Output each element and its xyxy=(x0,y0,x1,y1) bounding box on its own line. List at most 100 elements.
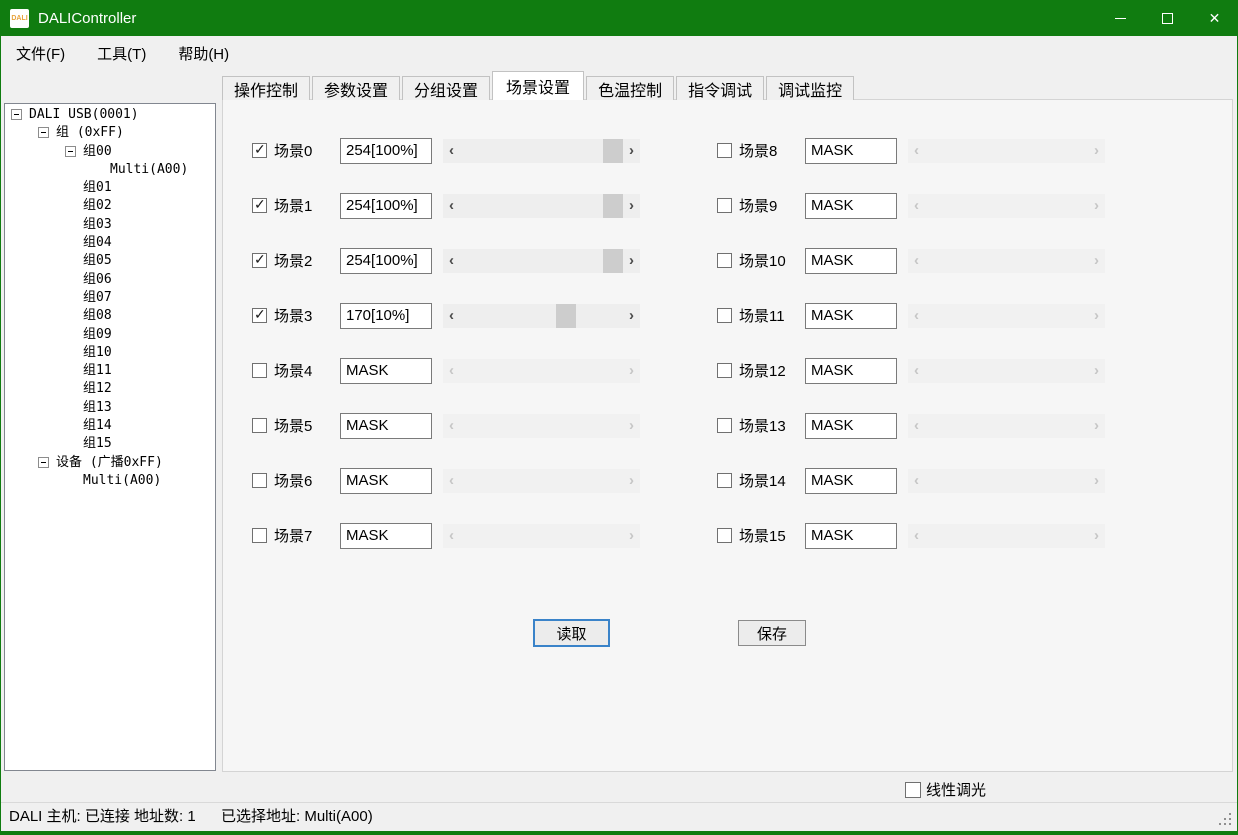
scene-value-input[interactable] xyxy=(340,358,432,384)
slider-right-arrow-icon[interactable]: › xyxy=(623,194,640,218)
scene-slider[interactable]: ‹› xyxy=(908,304,1105,328)
slider-right-arrow-icon[interactable]: › xyxy=(1088,194,1105,218)
tab-2[interactable]: 分组设置 xyxy=(402,76,490,100)
slider-left-arrow-icon[interactable]: ‹ xyxy=(908,414,925,438)
slider-left-arrow-icon[interactable]: ‹ xyxy=(443,359,460,383)
scene-checkbox[interactable] xyxy=(717,143,732,158)
scene-value-input[interactable] xyxy=(340,303,432,329)
scene-slider[interactable]: ‹› xyxy=(908,194,1105,218)
scene-checkbox[interactable] xyxy=(252,198,267,213)
tree-item[interactable]: 组15 xyxy=(5,435,215,453)
scene-value-input[interactable] xyxy=(340,193,432,219)
scene-checkbox[interactable] xyxy=(717,308,732,323)
tab-3[interactable]: 场景设置 xyxy=(492,71,584,100)
tab-0[interactable]: 操作控制 xyxy=(222,76,310,100)
tree-item[interactable]: 组00 xyxy=(5,143,215,161)
scene-slider[interactable]: ‹› xyxy=(443,139,640,163)
slider-left-arrow-icon[interactable]: ‹ xyxy=(908,359,925,383)
slider-right-arrow-icon[interactable]: › xyxy=(1088,139,1105,163)
tree-item[interactable]: 组06 xyxy=(5,271,215,289)
scene-value-input[interactable] xyxy=(340,523,432,549)
slider-right-arrow-icon[interactable]: › xyxy=(623,414,640,438)
scene-value-input[interactable] xyxy=(805,413,897,439)
scene-slider[interactable]: ‹› xyxy=(443,524,640,548)
tree-item[interactable]: 组05 xyxy=(5,252,215,270)
scene-checkbox[interactable] xyxy=(717,198,732,213)
tree-item[interactable]: DALI USB(0001) xyxy=(5,106,215,124)
scene-slider[interactable]: ‹› xyxy=(443,469,640,493)
menu-item[interactable]: 文件(F) xyxy=(6,39,75,68)
scene-slider[interactable]: ‹› xyxy=(443,194,640,218)
scene-value-input[interactable] xyxy=(805,138,897,164)
tree-item[interactable]: 组13 xyxy=(5,399,215,417)
tab-5[interactable]: 指令调试 xyxy=(676,76,764,100)
scene-value-input[interactable] xyxy=(805,193,897,219)
slider-right-arrow-icon[interactable]: › xyxy=(1088,304,1105,328)
scene-value-input[interactable] xyxy=(805,468,897,494)
read-button[interactable]: 读取 xyxy=(533,619,610,647)
scene-checkbox[interactable] xyxy=(252,473,267,488)
tree-item[interactable]: 组01 xyxy=(5,179,215,197)
slider-left-arrow-icon[interactable]: ‹ xyxy=(443,139,460,163)
slider-left-arrow-icon[interactable]: ‹ xyxy=(908,469,925,493)
slider-right-arrow-icon[interactable]: › xyxy=(623,139,640,163)
scene-checkbox[interactable] xyxy=(252,308,267,323)
scene-checkbox[interactable] xyxy=(252,528,267,543)
scene-slider[interactable]: ‹› xyxy=(908,249,1105,273)
slider-left-arrow-icon[interactable]: ‹ xyxy=(908,304,925,328)
scene-checkbox[interactable] xyxy=(252,418,267,433)
tree-item[interactable]: 组 (0xFF) xyxy=(5,124,215,142)
slider-right-arrow-icon[interactable]: › xyxy=(623,524,640,548)
slider-left-arrow-icon[interactable]: ‹ xyxy=(908,249,925,273)
menu-item[interactable]: 帮助(H) xyxy=(168,39,239,68)
scene-checkbox[interactable] xyxy=(717,363,732,378)
slider-right-arrow-icon[interactable]: › xyxy=(623,359,640,383)
scene-value-input[interactable] xyxy=(805,248,897,274)
scene-value-input[interactable] xyxy=(340,138,432,164)
scene-checkbox[interactable] xyxy=(252,363,267,378)
slider-left-arrow-icon[interactable]: ‹ xyxy=(443,194,460,218)
scene-slider[interactable]: ‹› xyxy=(443,359,640,383)
resize-grip[interactable] xyxy=(1229,823,1231,825)
slider-right-arrow-icon[interactable]: › xyxy=(623,249,640,273)
tree-item[interactable]: 组08 xyxy=(5,307,215,325)
scene-slider[interactable]: ‹› xyxy=(443,249,640,273)
scene-slider[interactable]: ‹› xyxy=(443,414,640,438)
save-button[interactable]: 保存 xyxy=(738,620,806,646)
scene-checkbox[interactable] xyxy=(252,253,267,268)
tree-item[interactable]: 组02 xyxy=(5,197,215,215)
scene-checkbox[interactable] xyxy=(717,473,732,488)
scene-slider[interactable]: ‹› xyxy=(908,139,1105,163)
tree-item[interactable]: 设备 (广播0xFF) xyxy=(5,454,215,472)
linear-dimming-checkbox[interactable] xyxy=(905,782,921,798)
slider-left-arrow-icon[interactable]: ‹ xyxy=(908,194,925,218)
close-button[interactable]: ✕ xyxy=(1191,0,1238,36)
slider-right-arrow-icon[interactable]: › xyxy=(623,469,640,493)
scene-checkbox[interactable] xyxy=(252,143,267,158)
tree-item[interactable]: Multi(A00) xyxy=(5,161,215,179)
slider-right-arrow-icon[interactable]: › xyxy=(1088,469,1105,493)
scene-checkbox[interactable] xyxy=(717,253,732,268)
slider-left-arrow-icon[interactable]: ‹ xyxy=(443,249,460,273)
tab-6[interactable]: 调试监控 xyxy=(766,76,854,100)
minimize-button[interactable] xyxy=(1097,0,1144,36)
collapse-toggle-icon[interactable] xyxy=(11,109,22,120)
tree-item[interactable]: 组10 xyxy=(5,344,215,362)
slider-left-arrow-icon[interactable]: ‹ xyxy=(443,414,460,438)
scene-slider[interactable]: ‹› xyxy=(908,359,1105,383)
scene-slider[interactable]: ‹› xyxy=(908,524,1105,548)
slider-thumb[interactable] xyxy=(603,249,623,273)
slider-left-arrow-icon[interactable]: ‹ xyxy=(443,469,460,493)
tab-1[interactable]: 参数设置 xyxy=(312,76,400,100)
tree-item[interactable]: Multi(A00) xyxy=(5,472,215,490)
scene-value-input[interactable] xyxy=(805,523,897,549)
menu-item[interactable]: 工具(T) xyxy=(87,39,156,68)
scene-checkbox[interactable] xyxy=(717,528,732,543)
scene-checkbox[interactable] xyxy=(717,418,732,433)
scene-value-input[interactable] xyxy=(340,413,432,439)
slider-right-arrow-icon[interactable]: › xyxy=(1088,249,1105,273)
collapse-toggle-icon[interactable] xyxy=(65,146,76,157)
scene-slider[interactable]: ‹› xyxy=(908,469,1105,493)
scene-value-input[interactable] xyxy=(340,248,432,274)
maximize-button[interactable] xyxy=(1144,0,1191,36)
